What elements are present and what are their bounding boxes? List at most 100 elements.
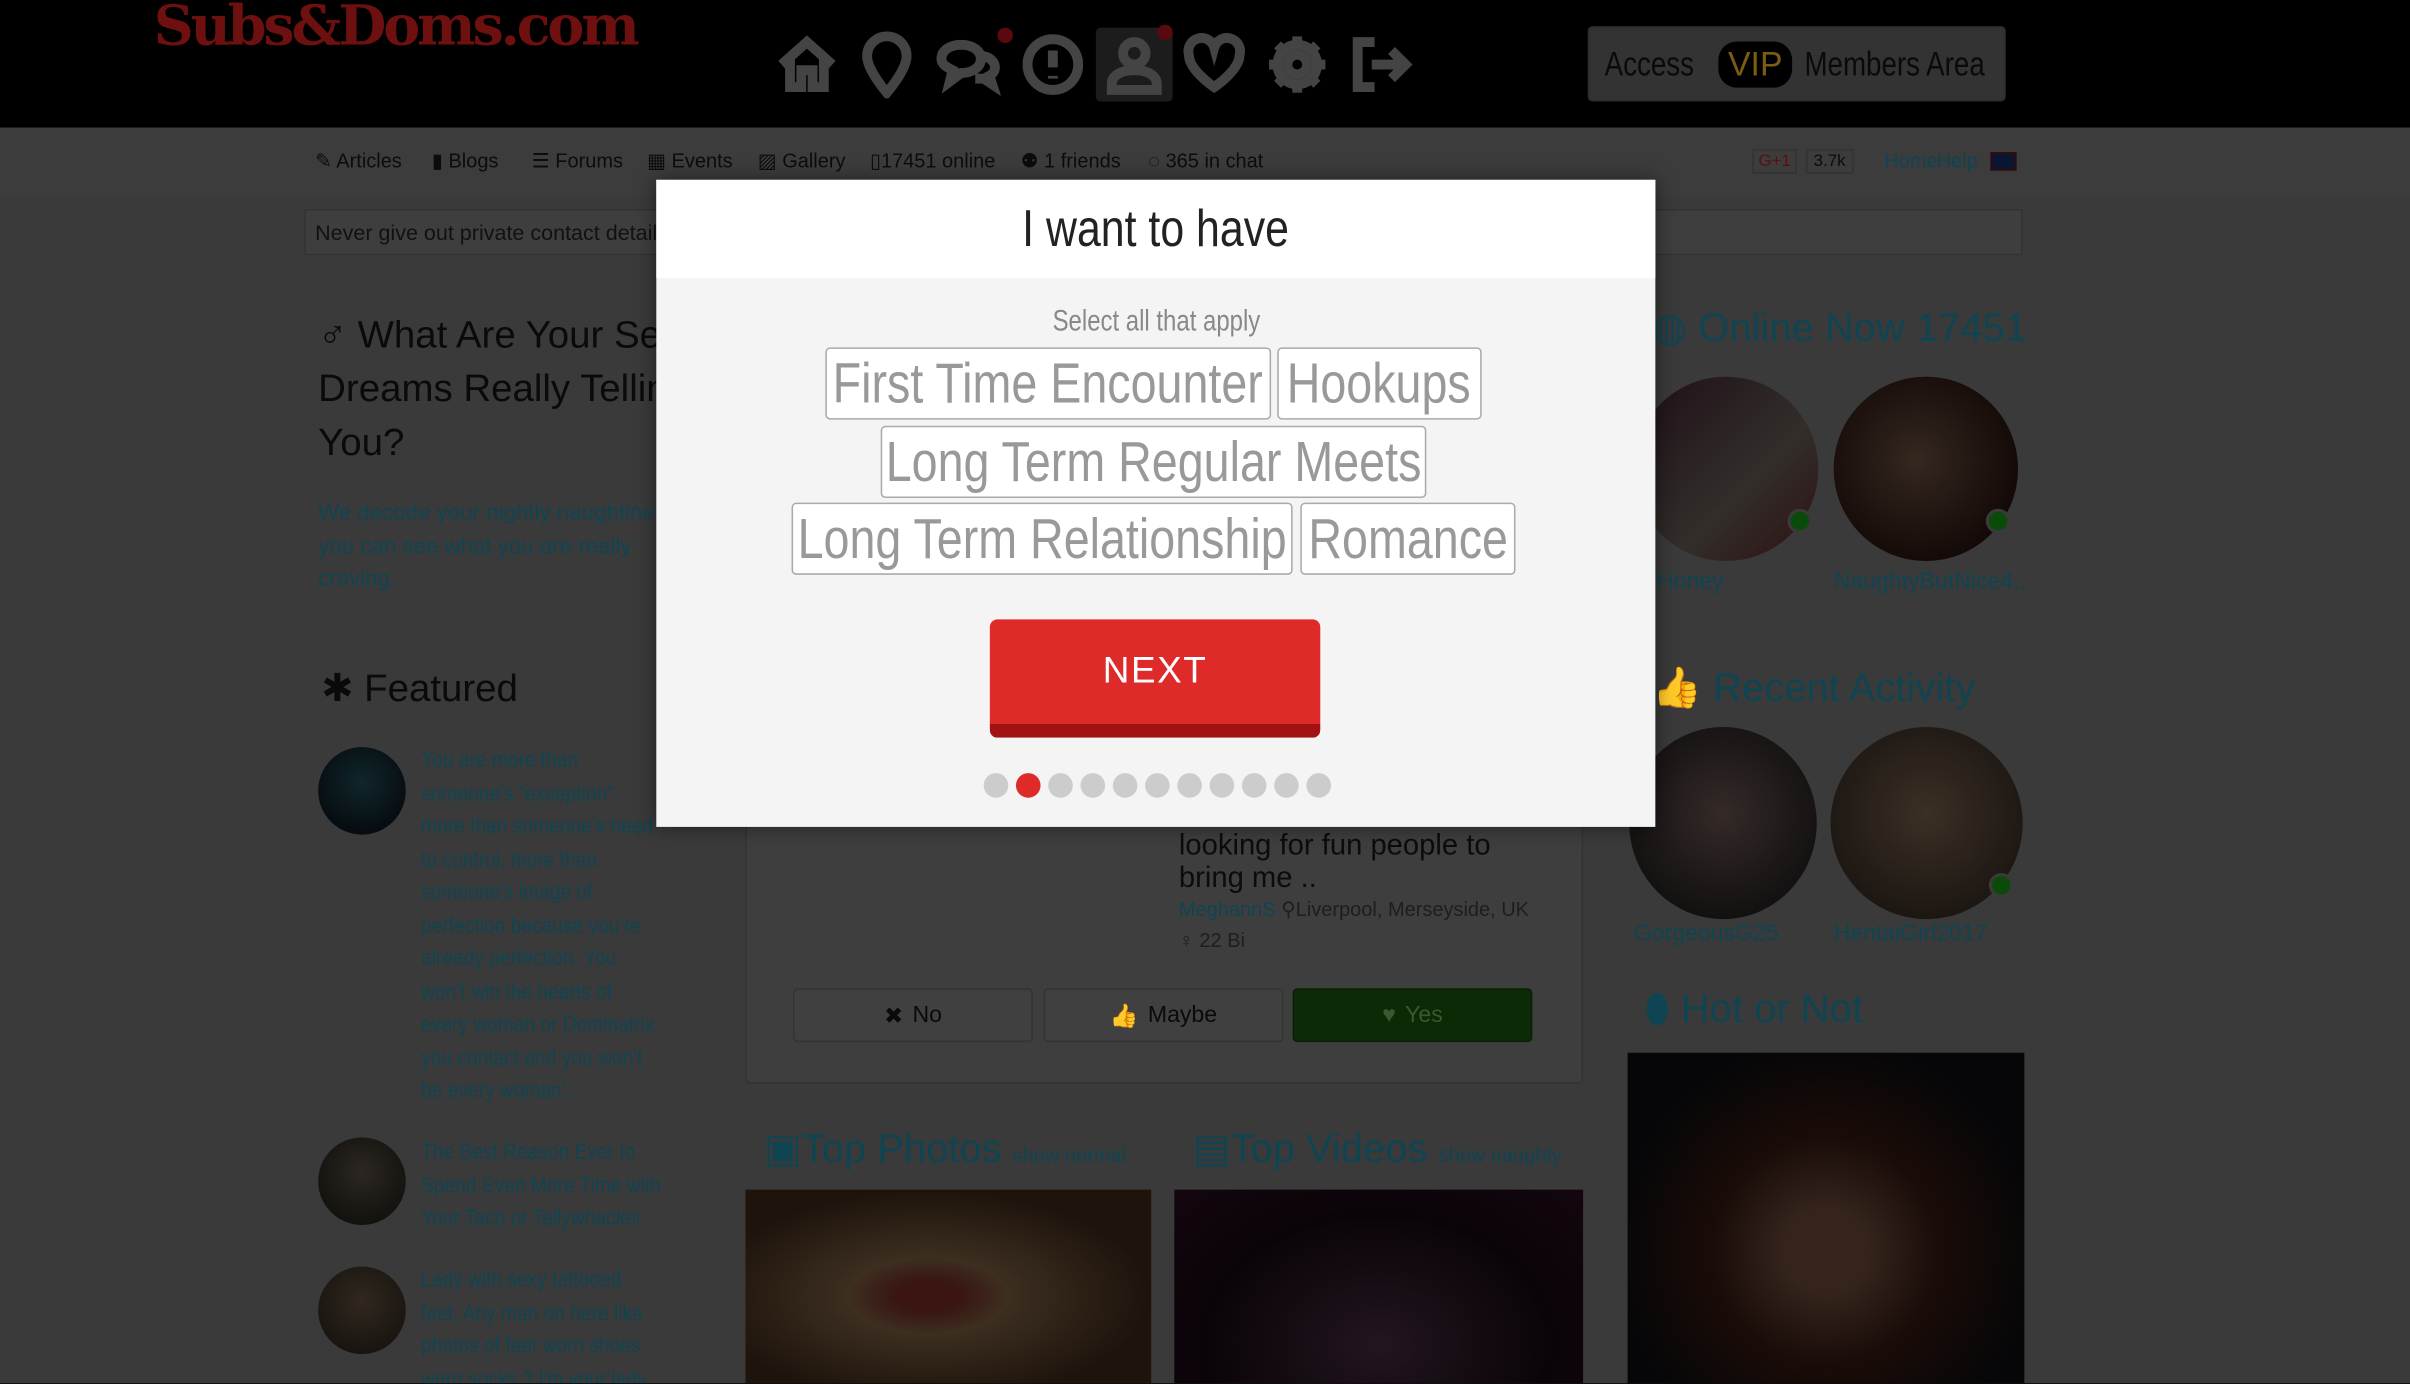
x-icon: ✖	[883, 1002, 904, 1030]
featured-heading: ✱ Featured	[321, 667, 518, 711]
step-dot	[1048, 773, 1073, 798]
online-avatar[interactable]	[1633, 376, 1819, 562]
alert-icon[interactable]	[1014, 28, 1091, 102]
profile-username[interactable]: MeghannS	[1179, 898, 1276, 921]
recent-avatar[interactable]	[1629, 727, 1817, 920]
online-username[interactable]: Honey	[1657, 569, 1724, 595]
notification-dot	[1157, 24, 1173, 40]
nav-friends[interactable]: ⚉ 1 friends	[1021, 149, 1121, 174]
heart-icon[interactable]	[1176, 28, 1253, 102]
heart-icon: ♥	[1382, 1002, 1396, 1029]
featured-text-line: to control, more than	[421, 847, 597, 873]
nav-gallery[interactable]: ▨ Gallery	[758, 149, 846, 174]
hot-or-not-heading[interactable]: ⬮ Hot or Not	[1645, 985, 1863, 1034]
featured-text-line: you contact and you won’t	[421, 1045, 643, 1071]
yes-button[interactable]: ♥ Yes	[1292, 988, 1533, 1043]
featured-text-line: photos of feet worn shoes	[421, 1334, 641, 1359]
featured-text-line: someone’s image of	[421, 880, 593, 906]
fire-icon: ⬮	[1644, 985, 1670, 1032]
step-dot	[1177, 773, 1202, 798]
hot-or-not-photo[interactable]	[1627, 1052, 2025, 1384]
nav-online[interactable]: ▯17451 online	[870, 149, 995, 174]
featured-text-line: Your Taco or Tallywhacker	[421, 1206, 643, 1232]
vip-badge: VIP	[1718, 40, 1792, 87]
article-title[interactable]: ♂ What Are Your Sex Dreams Really Tellin…	[318, 309, 689, 470]
online-username[interactable]: NaughtyButNice4..	[1834, 569, 2026, 595]
top-photo-thumbnail[interactable]	[745, 1189, 1152, 1384]
show-normal-link[interactable]: show normal	[1013, 1144, 1126, 1167]
featured-avatar[interactable]	[318, 1266, 406, 1355]
step-dot	[1015, 773, 1041, 798]
featured-avatar[interactable]	[318, 1137, 406, 1225]
vip-members-label: Members Area	[1804, 43, 1985, 83]
online-status-dot	[1988, 873, 2014, 898]
thumbs-up-icon: 👍	[1652, 663, 1703, 711]
site-logo[interactable]: Subs&Doms.com	[154, 0, 640, 58]
film-icon: ▤	[1192, 1125, 1231, 1172]
home-icon[interactable]	[769, 28, 846, 102]
gplus-button[interactable]: G+1	[1752, 149, 1797, 174]
online-status-dot	[1787, 508, 1813, 534]
recent-username[interactable]: HentaiGirl2017	[1834, 921, 1988, 947]
featured-item[interactable]: Lady with sexy tattooed feet, Any man on …	[421, 1265, 667, 1383]
featured-text-line: someone’s “exception”,	[421, 781, 619, 807]
step-dot	[1112, 773, 1138, 798]
recent-activity-heading[interactable]: 👍 Recent Activity	[1652, 664, 1975, 712]
vip-access-label: Access	[1605, 43, 1695, 83]
nav-events[interactable]: ▦ Events	[647, 149, 733, 174]
online-now-heading[interactable]: ◍ Online Now 17451	[1652, 304, 2027, 352]
nav-forums[interactable]: ☰ Forums	[532, 149, 623, 174]
step-dot	[1241, 773, 1267, 798]
gplus-count: 3.7k	[1805, 149, 1854, 174]
asterisk-icon: ✱	[321, 667, 354, 711]
no-button[interactable]: ✖ No	[793, 988, 1033, 1043]
next-button[interactable]: NEXT	[989, 619, 1321, 738]
male-icon: ♂	[318, 313, 358, 357]
online-avatar[interactable]	[1833, 376, 2019, 562]
featured-item[interactable]: You are more than someone’s “exception”, m…	[421, 745, 667, 1109]
option-hookups[interactable]: Hookups	[1277, 347, 1482, 420]
recent-username[interactable]: GorgeousG25	[1634, 921, 1779, 947]
preferences-modal: I want to have Select all that apply Fir…	[656, 179, 1656, 827]
top-videos-heading[interactable]: ▤Top Videos show naughty	[1193, 1125, 1562, 1173]
option-romance[interactable]: Romance	[1300, 502, 1516, 575]
profile-meta: MeghannS ⚲Liverpool, Merseyside, UK	[1179, 898, 1529, 923]
nav-help[interactable]: Help	[1937, 149, 1978, 172]
nav-home[interactable]: Home	[1884, 149, 1937, 172]
article-description: We decode your nightly naughtiness you ca…	[318, 501, 678, 592]
featured-text-line: The Best Reason Ever to	[421, 1140, 636, 1166]
top-video-thumbnail[interactable]	[1174, 1189, 1584, 1384]
chat-icon[interactable]	[928, 28, 1005, 102]
image-icon: ▣	[763, 1125, 802, 1172]
featured-text-line: Spend Even More Time with	[421, 1173, 661, 1199]
featured-text-line: every woman or Dominatrix	[421, 1012, 655, 1038]
top-photos-heading[interactable]: ▣Top Photos show normal	[764, 1125, 1126, 1173]
map-pin-icon[interactable]	[848, 28, 925, 102]
featured-text-line: more than someone’s need	[421, 814, 654, 840]
modal-subtitle: Select all that apply	[1051, 305, 1260, 339]
option-first-time-encounter[interactable]: First Time Encounter	[825, 347, 1272, 420]
modal-title: I want to have	[1022, 199, 1290, 258]
vip-members-button[interactable]: Access VIP Members Area	[1587, 26, 2006, 102]
profile-text: looking for fun people to bring me ..	[1178, 829, 1491, 895]
show-naughty-link[interactable]: show naughty	[1439, 1144, 1562, 1167]
featured-avatar[interactable]	[318, 746, 406, 835]
option-long-term-regular-meets[interactable]: Long Term Regular Meets	[880, 425, 1427, 498]
maybe-button[interactable]: 👍 Maybe	[1043, 988, 1284, 1043]
logout-icon[interactable]	[1342, 28, 1419, 102]
uk-flag-icon[interactable]	[1990, 152, 2017, 171]
gear-icon[interactable]	[1259, 28, 1336, 102]
page: Subs&Doms.com Access VIP Members Area ✎ …	[0, 0, 2410, 1384]
featured-text-line: already perfection. You	[421, 946, 617, 972]
featured-text-line: Lady with sexy tattooed	[421, 1268, 622, 1293]
option-long-term-relationship[interactable]: Long Term Relationship	[791, 502, 1293, 575]
featured-text-line: perfection because you’re	[421, 913, 641, 939]
step-dot	[1274, 773, 1299, 798]
thumbs-up-icon: 👍	[1109, 1002, 1139, 1030]
nav-chat[interactable]: ◌ 365 in chat	[1148, 149, 1263, 172]
nav-blogs[interactable]: ▮ Blogs	[432, 149, 499, 174]
featured-item[interactable]: The Best Reason Ever to Spend Even More T…	[421, 1137, 667, 1236]
nav-articles[interactable]: ✎ Articles	[315, 149, 402, 174]
featured-text-line: You are more than	[421, 748, 579, 774]
notification-dot	[997, 27, 1013, 44]
